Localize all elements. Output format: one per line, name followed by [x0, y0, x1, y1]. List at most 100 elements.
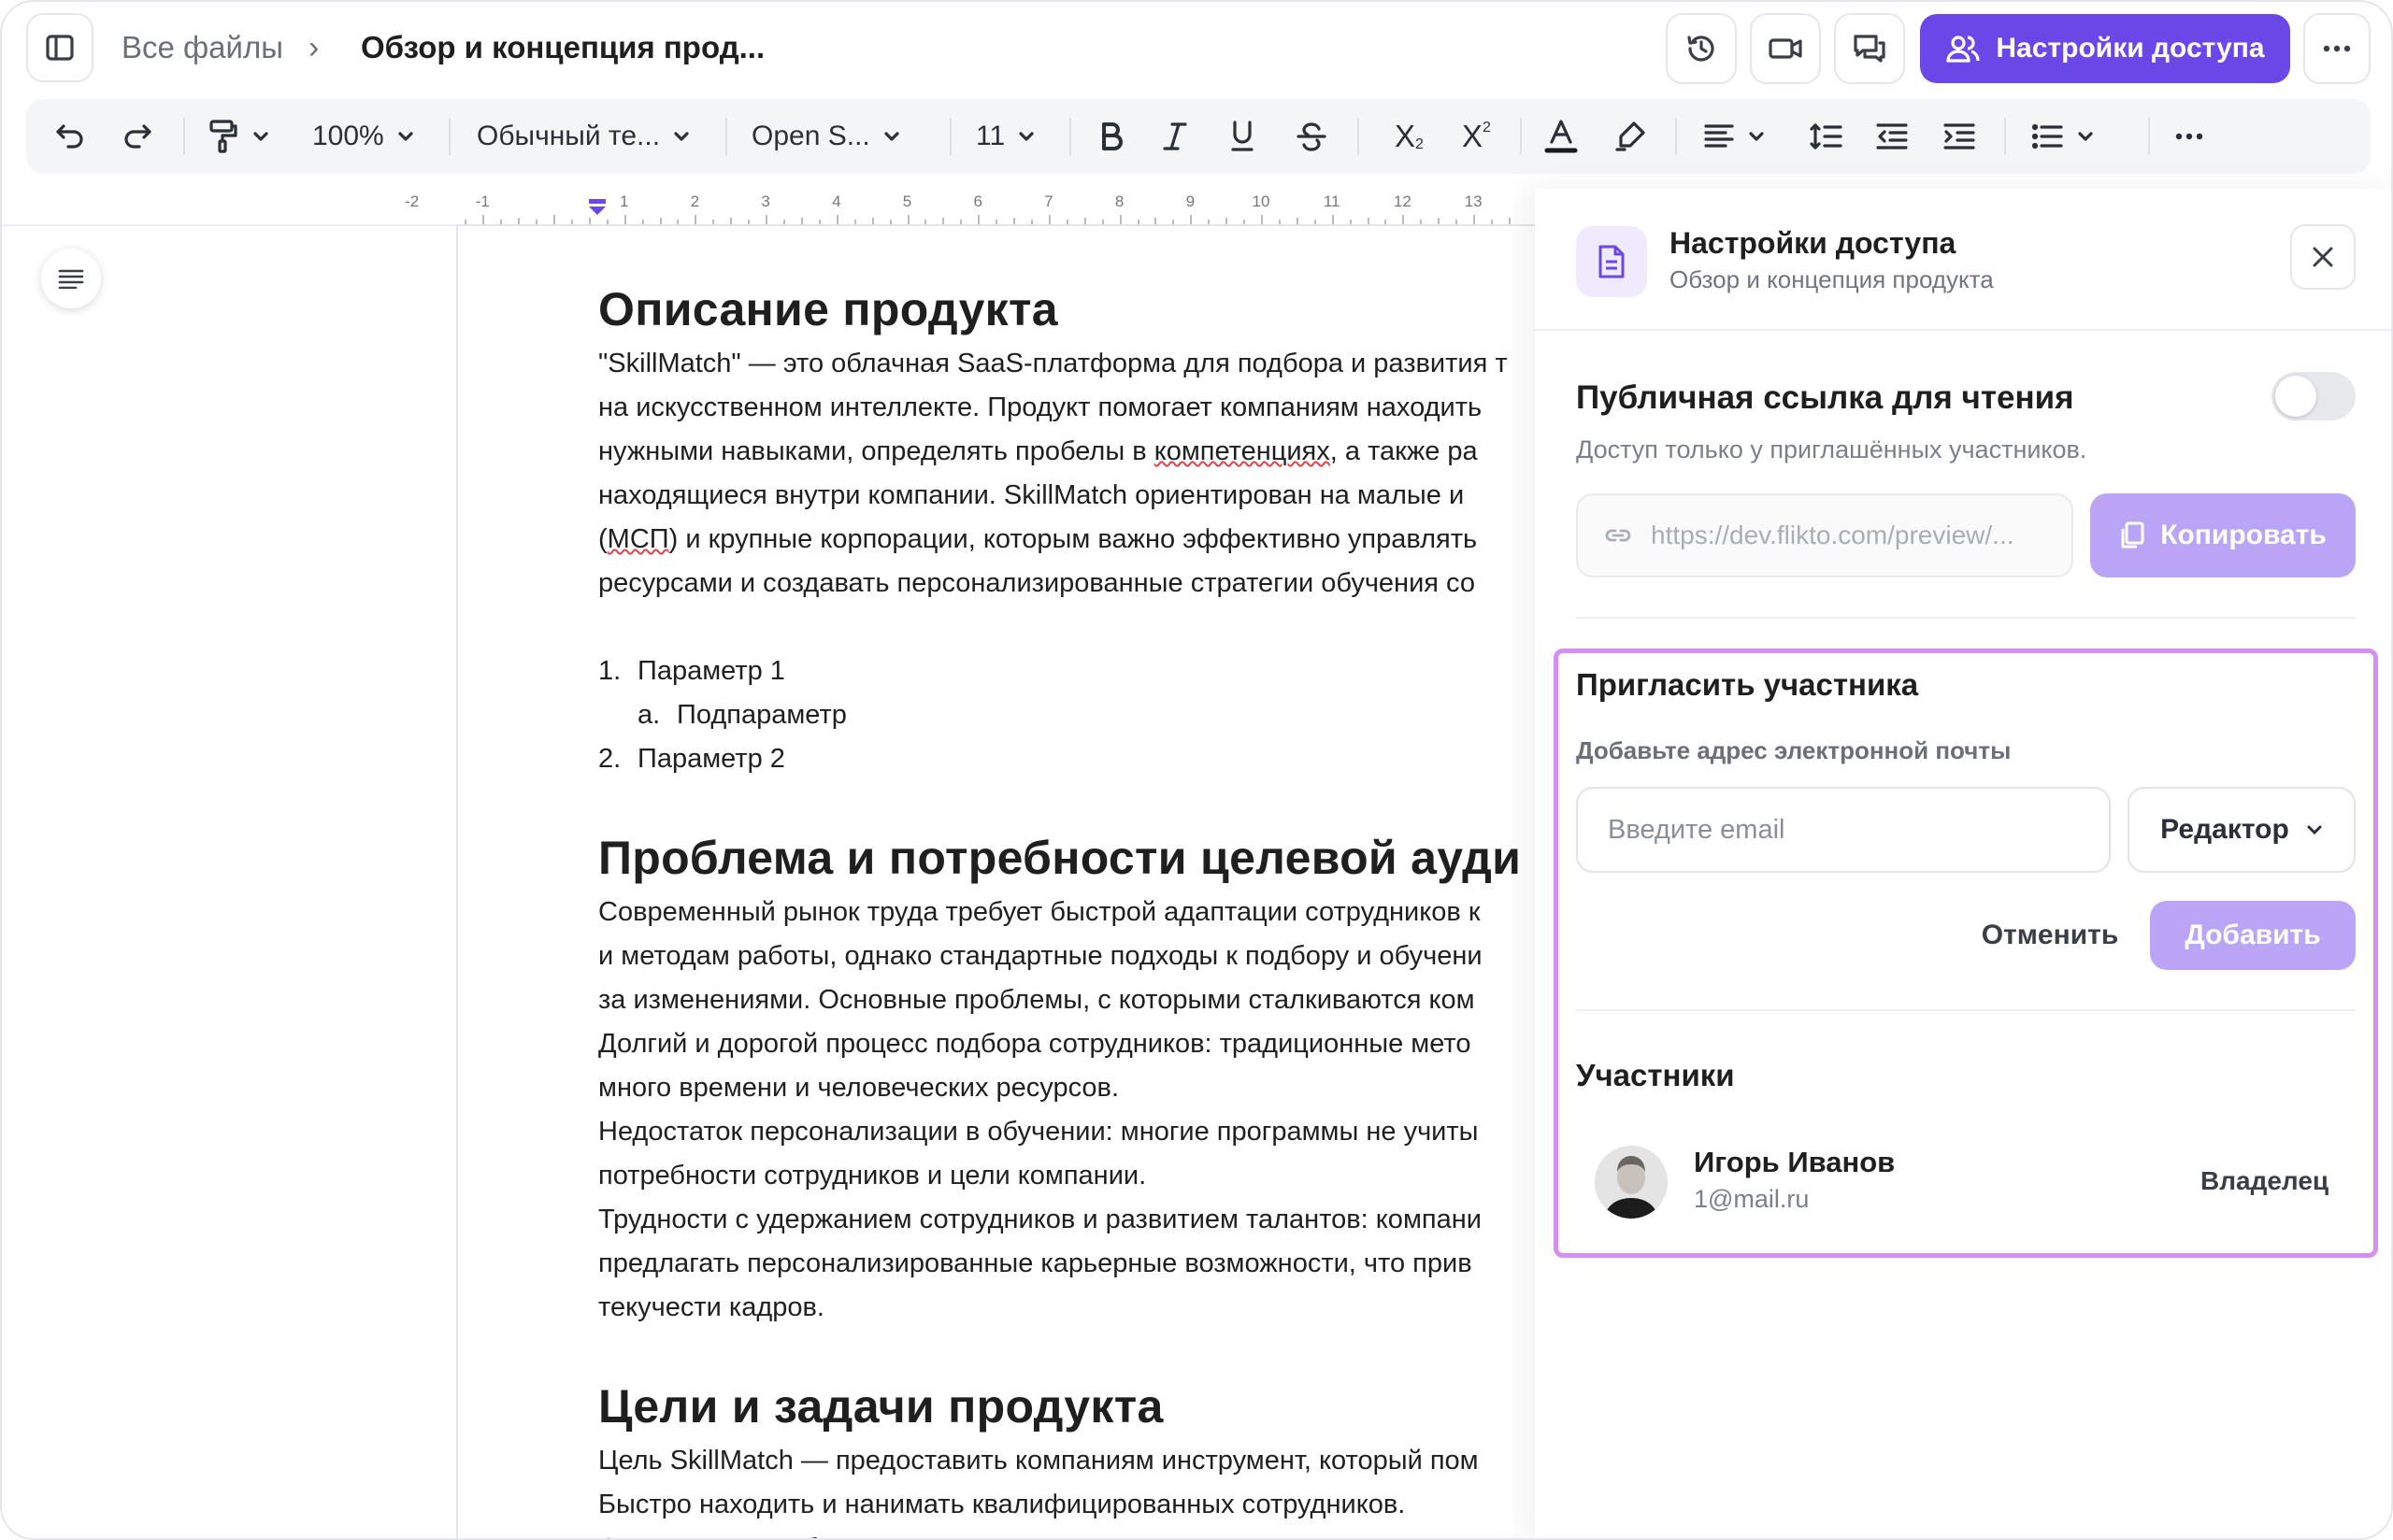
- ruler-number: 5: [902, 192, 912, 210]
- toolbar-divider: [2004, 118, 2006, 155]
- document-title[interactable]: Обзор и концепция прод...: [361, 30, 765, 65]
- document-outline-button[interactable]: [41, 249, 101, 308]
- strikethrough-button[interactable]: [1296, 99, 1327, 174]
- ruler-number: 7: [1044, 192, 1053, 210]
- public-link-field[interactable]: https://dev.flikto.com/preview/...: [1576, 493, 2073, 578]
- ruler-tick: [1066, 220, 1068, 224]
- text-style-select[interactable]: Обычный те...: [477, 99, 690, 174]
- toolbar-more-button[interactable]: [2174, 99, 2204, 174]
- ruler-tick: [588, 218, 591, 224]
- panel-title: Настройки доступа: [1669, 226, 1956, 260]
- paragraph-line: находящиеся внутри компании. SkillMatch …: [598, 480, 1465, 510]
- paragraph-problem: Современный рынок труда требует быстрой …: [598, 891, 1535, 1330]
- copy-link-button[interactable]: Копировать: [2090, 493, 2356, 578]
- ruler-number: 10: [1252, 192, 1270, 210]
- undo-button[interactable]: [54, 99, 86, 174]
- zoom-value: 100%: [312, 121, 384, 151]
- outline-list-icon: [58, 269, 84, 289]
- italic-button[interactable]: [1161, 99, 1189, 174]
- ruler-tick: [1455, 220, 1458, 224]
- left-margin-divider: [2, 224, 456, 226]
- font-family-select[interactable]: Open S...: [752, 99, 900, 174]
- comments-button[interactable]: [1834, 13, 1905, 84]
- access-settings-button[interactable]: Настройки доступа: [1920, 14, 2290, 83]
- undo-icon: [56, 124, 83, 149]
- history-button[interactable]: [1666, 13, 1737, 84]
- toolbar-divider: [183, 118, 185, 155]
- toggle-knob: [2275, 376, 2316, 417]
- superscript-button[interactable]: X2: [1462, 99, 1491, 174]
- role-select[interactable]: Редактор: [2128, 787, 2356, 873]
- public-link-toggle[interactable]: [2271, 372, 2356, 421]
- ruler-tick: [482, 215, 485, 224]
- cancel-invite-button[interactable]: Отменить: [1952, 901, 2148, 970]
- public-link-title: Публичная ссылка для чтения: [1576, 379, 2074, 416]
- video-call-button[interactable]: [1750, 13, 1821, 84]
- more-menu-button[interactable]: [2303, 13, 2371, 84]
- spellcheck-mark[interactable]: компетенциях: [1154, 436, 1330, 466]
- history-icon: [1687, 36, 1714, 62]
- member-name: Игорь Иванов: [1694, 1146, 1896, 1178]
- chevron-down-icon: [674, 132, 689, 141]
- ruler-tick: [1384, 220, 1387, 224]
- ruler-tick: [1208, 220, 1211, 224]
- ruler-tick: [1154, 218, 1157, 224]
- ruler-tick: [1349, 220, 1352, 224]
- indent-marker-icon[interactable]: [587, 198, 608, 217]
- users-icon: [1946, 36, 1980, 63]
- bulleted-list-icon: [2031, 123, 2063, 150]
- line-spacing-icon: [1810, 123, 1842, 150]
- add-member-button[interactable]: Добавить: [2150, 901, 2356, 970]
- horizontal-ruler[interactable]: -2 -1 1 2 3 4 5 6 7 8 9 10 11 12 13: [405, 189, 1535, 226]
- ruler-number: 1: [619, 192, 629, 210]
- redo-button[interactable]: [122, 99, 153, 174]
- ruler-tick: [924, 220, 927, 224]
- more-horizontal-icon: [2175, 133, 2203, 140]
- ruler-tick: [1491, 220, 1494, 224]
- text-color-button[interactable]: [1544, 99, 1578, 174]
- heading-product-description: Описание продукта: [598, 283, 1058, 335]
- list-select[interactable]: [2030, 99, 2094, 174]
- list-item-text: Подпараметр: [677, 700, 847, 730]
- paragraph-line: Долгий и дорогой процесс подбора сотрудн…: [598, 1029, 1471, 1059]
- toolbar-divider: [449, 118, 451, 155]
- format-painter-button[interactable]: [208, 99, 269, 174]
- paragraph-line: на искусственном интеллекте. Продукт пом…: [598, 392, 1483, 422]
- align-select[interactable]: [1703, 99, 1765, 174]
- chevron-down-icon: [1019, 132, 1034, 141]
- ruler-number: 4: [832, 192, 841, 210]
- ruler-tick: [1013, 218, 1016, 224]
- indent-button[interactable]: [1942, 99, 1976, 174]
- app-window: Все файлы › Обзор и концепция прод... На…: [0, 0, 2393, 1540]
- bold-button[interactable]: [1097, 99, 1125, 174]
- text-color-icon: [1544, 120, 1578, 153]
- ruler-tick: [1083, 218, 1086, 224]
- ruler-number: 2: [690, 192, 700, 210]
- list-item: 1. Параметр 1: [598, 649, 1535, 693]
- paragraph-line: Быстро находить и нанимать квалифицирова…: [598, 1490, 1406, 1519]
- ruler-tick: [1137, 220, 1139, 224]
- email-input[interactable]: Введите email: [1576, 787, 2111, 873]
- underline-button[interactable]: [1228, 99, 1256, 174]
- ruler-tick: [818, 220, 821, 224]
- toolbar-divider: [1069, 118, 1071, 155]
- spellcheck-mark[interactable]: МСП: [608, 524, 669, 554]
- close-panel-button[interactable]: [2290, 224, 2356, 290]
- ruler-tick: [623, 215, 626, 224]
- ruler-tick: [536, 220, 538, 224]
- redo-icon: [124, 124, 151, 149]
- line-spacing-button[interactable]: [1808, 99, 1843, 174]
- ruler-number: 9: [1185, 192, 1196, 210]
- subscript-button[interactable]: X2: [1395, 99, 1424, 174]
- ruler-tick: [570, 220, 573, 224]
- ruler-tick: [1296, 218, 1298, 224]
- font-size-select[interactable]: 11: [976, 99, 1035, 174]
- sidebar-toggle-button[interactable]: [26, 13, 93, 82]
- paragraph-line: текучести кадров.: [598, 1292, 824, 1322]
- breadcrumb-root[interactable]: Все файлы: [122, 30, 283, 65]
- paragraph-line: много времени и человеческих ресурсов.: [598, 1073, 1120, 1103]
- document-body[interactable]: Описание продукта "SkillMatch" — это обл…: [598, 282, 1535, 1538]
- highlight-button[interactable]: [1613, 99, 1647, 174]
- zoom-select[interactable]: 100%: [312, 99, 414, 174]
- outdent-button[interactable]: [1875, 99, 1909, 174]
